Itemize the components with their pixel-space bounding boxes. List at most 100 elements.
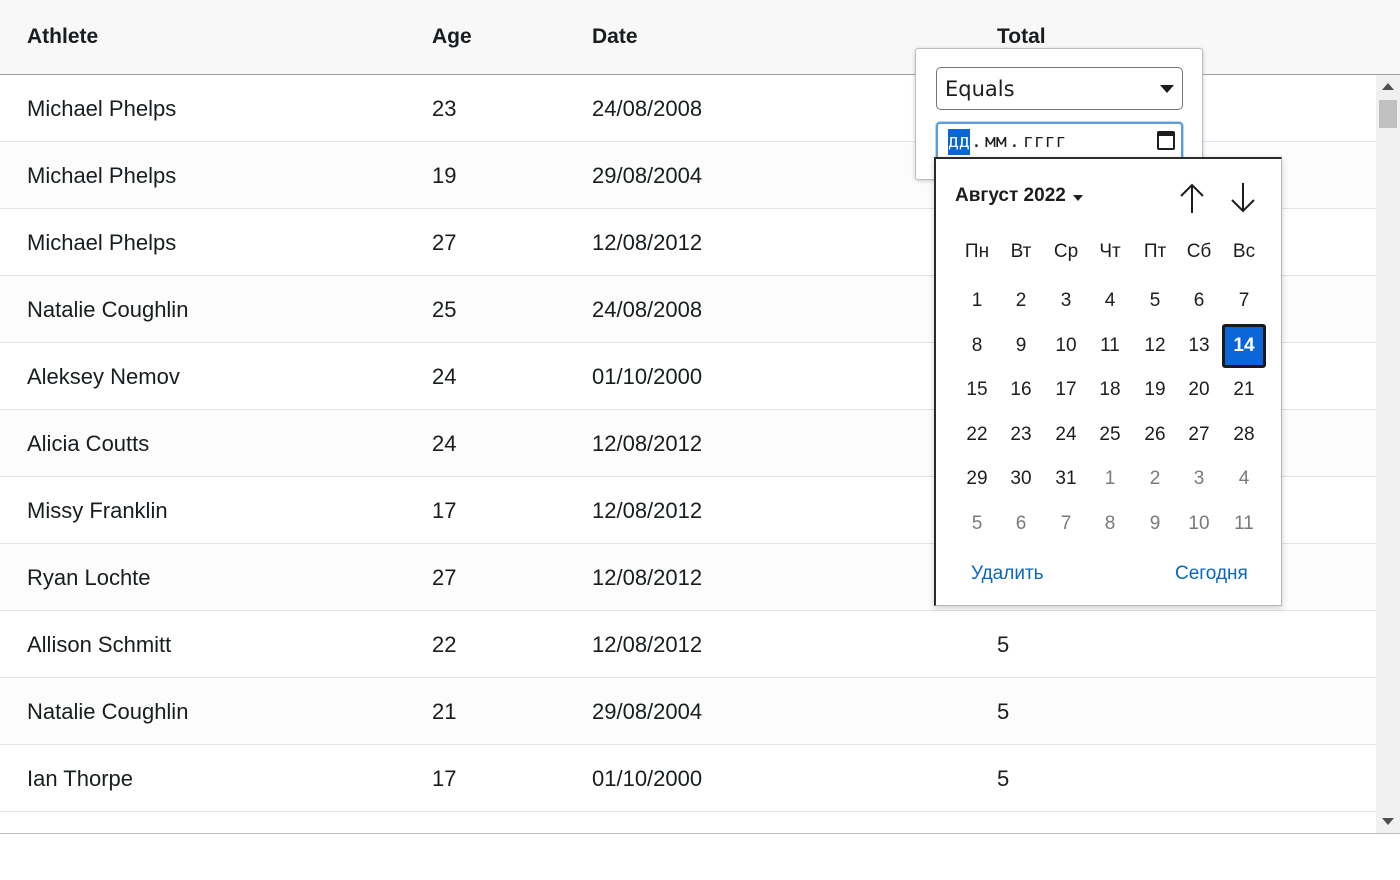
calendar-day[interactable]: 28 bbox=[1222, 413, 1266, 457]
filter-operator-select[interactable]: Equals bbox=[936, 67, 1183, 110]
previous-month-arrow-icon[interactable] bbox=[1176, 181, 1208, 215]
calendar-day-next-month[interactable]: 7 bbox=[1044, 502, 1088, 546]
calendar-day[interactable]: 21 bbox=[1222, 368, 1266, 412]
calendar-day-next-month[interactable]: 6 bbox=[999, 502, 1043, 546]
calendar-day[interactable]: 22 bbox=[955, 413, 999, 457]
age-cell[interactable]: 25 bbox=[432, 276, 456, 343]
calendar-day[interactable]: 11 bbox=[1088, 324, 1132, 368]
calendar-day[interactable]: 26 bbox=[1133, 413, 1177, 457]
calendar-day[interactable]: 24 bbox=[1044, 413, 1088, 457]
age-cell[interactable]: 24 bbox=[432, 410, 456, 477]
scroll-down-arrow-icon[interactable] bbox=[1382, 818, 1394, 825]
athlete-cell[interactable]: Ian Thorpe bbox=[27, 745, 133, 812]
athlete-cell[interactable]: Alicia Coutts bbox=[27, 410, 149, 477]
month-year-selector[interactable]: Август 2022 bbox=[955, 185, 1066, 207]
date-cell[interactable]: 24/08/2008 bbox=[592, 276, 702, 343]
calendar-day-selected[interactable]: 14 bbox=[1222, 324, 1266, 368]
date-cell[interactable]: 12/08/2012 bbox=[592, 611, 702, 678]
calendar-day[interactable]: 19 bbox=[1133, 368, 1177, 412]
calendar-day-next-month[interactable]: 9 bbox=[1133, 502, 1177, 546]
date-input-year[interactable]: гггг bbox=[1023, 129, 1066, 155]
calendar-day[interactable]: 8 bbox=[955, 324, 999, 368]
scrollbar-thumb[interactable] bbox=[1379, 100, 1397, 128]
calendar-day[interactable]: 1 bbox=[955, 279, 999, 323]
calendar-day[interactable]: 18 bbox=[1088, 368, 1132, 412]
calendar-day[interactable]: 17 bbox=[1044, 368, 1088, 412]
vertical-scrollbar[interactable] bbox=[1376, 75, 1400, 833]
date-input-day[interactable]: дд bbox=[948, 129, 970, 155]
month-dropdown-caret-icon[interactable] bbox=[1073, 195, 1083, 201]
date-cell[interactable]: 12/08/2012 bbox=[592, 477, 702, 544]
age-cell[interactable]: 23 bbox=[432, 75, 456, 142]
calendar-day[interactable]: 10 bbox=[1044, 324, 1088, 368]
athlete-cell[interactable]: Missy Franklin bbox=[27, 477, 168, 544]
calendar-day[interactable]: 27 bbox=[1177, 413, 1221, 457]
age-cell[interactable]: 17 bbox=[432, 745, 456, 812]
date-cell[interactable]: 01/10/2000 bbox=[592, 745, 702, 812]
calendar-day[interactable]: 13 bbox=[1177, 324, 1221, 368]
athlete-cell[interactable]: Allison Schmitt bbox=[27, 611, 171, 678]
scroll-up-arrow-icon[interactable] bbox=[1382, 83, 1394, 90]
next-month-arrow-icon[interactable] bbox=[1227, 181, 1259, 215]
calendar-day-next-month[interactable]: 11 bbox=[1222, 502, 1266, 546]
athlete-cell[interactable]: Michael Phelps bbox=[27, 209, 176, 276]
calendar-day-next-month[interactable]: 5 bbox=[955, 502, 999, 546]
calendar-day[interactable]: 23 bbox=[999, 413, 1043, 457]
calendar-day[interactable]: 7 bbox=[1222, 279, 1266, 323]
age-cell[interactable]: 19 bbox=[432, 142, 456, 209]
calendar-day[interactable]: 6 bbox=[1177, 279, 1221, 323]
calendar-day[interactable]: 2 bbox=[999, 279, 1043, 323]
clear-date-button[interactable]: Удалить bbox=[971, 563, 1044, 585]
age-cell[interactable]: 21 bbox=[432, 678, 456, 745]
date-input-month[interactable]: мм bbox=[985, 129, 1007, 155]
age-cell[interactable]: 27 bbox=[432, 209, 456, 276]
calendar-day[interactable]: 16 bbox=[999, 368, 1043, 412]
total-cell[interactable]: 5 bbox=[997, 745, 1009, 812]
calendar-icon[interactable] bbox=[1157, 131, 1175, 150]
calendar-day[interactable]: 20 bbox=[1177, 368, 1221, 412]
athlete-cell[interactable]: Ryan Lochte bbox=[27, 544, 151, 611]
table-row[interactable]: Natalie Coughlin 21 29/08/2004 5 bbox=[0, 678, 1376, 745]
total-cell[interactable]: 5 bbox=[997, 611, 1009, 678]
calendar-day[interactable]: 15 bbox=[955, 368, 999, 412]
athlete-cell[interactable]: Natalie Coughlin bbox=[27, 276, 188, 343]
calendar-day[interactable]: 9 bbox=[999, 324, 1043, 368]
athlete-cell[interactable]: Natalie Coughlin bbox=[27, 678, 188, 745]
header-date[interactable]: Date bbox=[592, 0, 638, 74]
age-cell[interactable]: 24 bbox=[432, 343, 456, 410]
date-cell[interactable]: 24/08/2008 bbox=[592, 75, 702, 142]
date-cell[interactable]: 12/08/2012 bbox=[592, 544, 702, 611]
calendar-day[interactable]: 12 bbox=[1133, 324, 1177, 368]
calendar-day[interactable]: 31 bbox=[1044, 457, 1088, 501]
date-cell[interactable]: 29/08/2004 bbox=[592, 142, 702, 209]
athlete-cell[interactable]: Aleksey Nemov bbox=[27, 343, 180, 410]
age-cell[interactable]: 17 bbox=[432, 477, 456, 544]
age-cell[interactable]: 27 bbox=[432, 544, 456, 611]
calendar-day[interactable]: 25 bbox=[1088, 413, 1132, 457]
date-cell[interactable]: 29/08/2004 bbox=[592, 678, 702, 745]
table-row[interactable]: Allison Schmitt 22 12/08/2012 5 bbox=[0, 611, 1376, 678]
table-row[interactable]: Ian Thorpe 17 01/10/2000 5 bbox=[0, 745, 1376, 812]
date-cell[interactable]: 12/08/2012 bbox=[592, 410, 702, 477]
calendar-day[interactable]: 30 bbox=[999, 457, 1043, 501]
header-athlete[interactable]: Athlete bbox=[27, 0, 98, 74]
calendar-day-next-month[interactable]: 1 bbox=[1088, 457, 1132, 501]
calendar-day-next-month[interactable]: 4 bbox=[1222, 457, 1266, 501]
athlete-cell[interactable]: Michael Phelps bbox=[27, 142, 176, 209]
athlete-cell[interactable]: Michael Phelps bbox=[27, 75, 176, 142]
calendar-day-next-month[interactable]: 8 bbox=[1088, 502, 1132, 546]
calendar-day-next-month[interactable]: 3 bbox=[1177, 457, 1221, 501]
date-cell[interactable]: 12/08/2012 bbox=[592, 209, 702, 276]
age-cell[interactable]: 22 bbox=[432, 611, 456, 678]
calendar-day[interactable]: 4 bbox=[1088, 279, 1132, 323]
today-button[interactable]: Сегодня bbox=[1175, 563, 1248, 585]
date-cell[interactable]: 01/10/2000 bbox=[592, 343, 702, 410]
calendar-day[interactable]: 5 bbox=[1133, 279, 1177, 323]
calendar-day-next-month[interactable]: 2 bbox=[1133, 457, 1177, 501]
total-cell[interactable]: 5 bbox=[997, 678, 1009, 745]
calendar-day[interactable]: 29 bbox=[955, 457, 999, 501]
calendar-day[interactable]: 3 bbox=[1044, 279, 1088, 323]
header-age[interactable]: Age bbox=[432, 0, 472, 74]
date-input[interactable]: дд . мм . гггг bbox=[936, 122, 1183, 160]
calendar-day-next-month[interactable]: 10 bbox=[1177, 502, 1221, 546]
